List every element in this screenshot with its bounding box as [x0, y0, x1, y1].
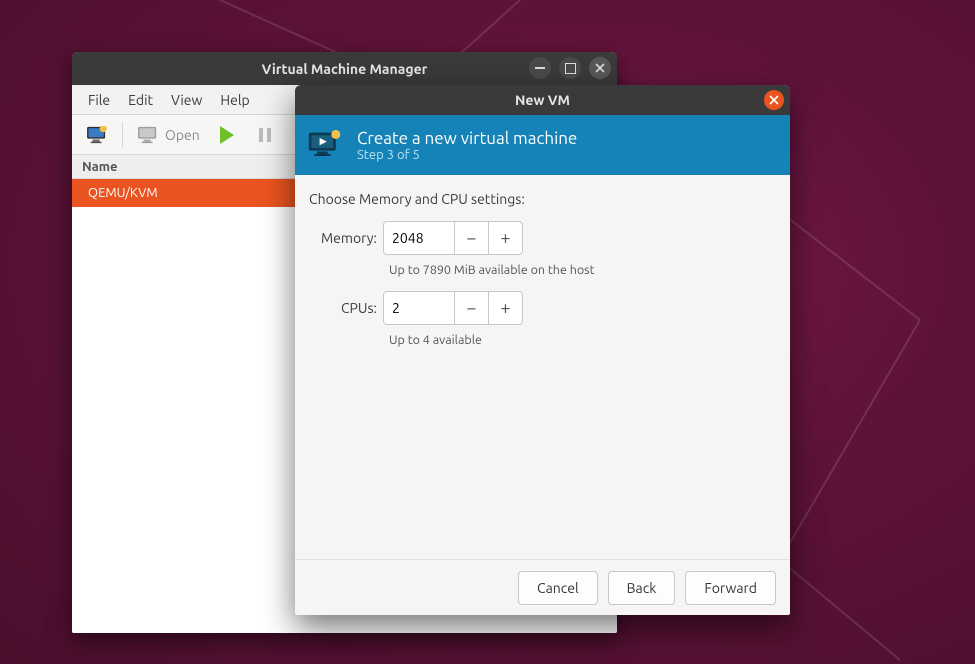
pause-button[interactable]: [248, 120, 282, 150]
column-name: Name: [82, 160, 117, 174]
run-button[interactable]: [210, 120, 244, 150]
pause-icon: [258, 127, 272, 143]
memory-label: Memory:: [309, 230, 383, 246]
dialog-title: New VM: [515, 92, 570, 108]
forward-button[interactable]: Forward: [685, 571, 776, 605]
maximize-button[interactable]: [559, 57, 581, 79]
back-button[interactable]: Back: [608, 571, 676, 605]
window-title: Virtual Machine Manager: [262, 61, 428, 77]
cancel-button[interactable]: Cancel: [518, 571, 598, 605]
dialog-titlebar: New VM: [295, 85, 790, 115]
memory-input[interactable]: [384, 222, 454, 254]
titlebar: Virtual Machine Manager: [72, 52, 617, 85]
section-heading: Choose Memory and CPU settings:: [309, 191, 776, 207]
cpus-row: CPUs: − +: [309, 291, 776, 325]
cpus-helper: Up to 4 available: [389, 333, 776, 347]
monitor-new-icon: [86, 126, 108, 144]
play-icon: [220, 126, 234, 144]
memory-row: Memory: − +: [309, 221, 776, 255]
dialog-banner: Create a new virtual machine Step 3 of 5: [295, 115, 790, 175]
vm-wizard-icon: [307, 129, 343, 161]
banner-text: Create a new virtual machine Step 3 of 5: [357, 129, 577, 162]
close-button[interactable]: [589, 57, 611, 79]
memory-helper: Up to 7890 MiB available on the host: [389, 263, 776, 277]
open-button[interactable]: Open: [131, 120, 206, 150]
menu-edit[interactable]: Edit: [120, 88, 161, 112]
new-vm-dialog: New VM Create a new virtual machine Step…: [295, 85, 790, 615]
menu-help[interactable]: Help: [212, 88, 257, 112]
banner-heading: Create a new virtual machine: [357, 129, 577, 148]
menu-view[interactable]: View: [163, 88, 210, 112]
cpus-spinbox: − +: [383, 291, 523, 325]
memory-decrement-button[interactable]: −: [454, 222, 488, 254]
new-vm-button[interactable]: [80, 120, 114, 150]
cpus-decrement-button[interactable]: −: [454, 292, 488, 324]
menu-file[interactable]: File: [80, 88, 118, 112]
close-icon: [595, 63, 605, 73]
cpus-label: CPUs:: [309, 300, 383, 316]
dialog-footer: Cancel Back Forward: [295, 559, 790, 615]
toolbar-separator: [122, 122, 123, 148]
dialog-body: Choose Memory and CPU settings: Memory: …: [295, 175, 790, 559]
memory-spinbox: − +: [383, 221, 523, 255]
close-icon: [769, 95, 779, 105]
minimize-button[interactable]: [529, 57, 551, 79]
banner-step: Step 3 of 5: [357, 148, 577, 162]
window-controls: [529, 57, 611, 79]
memory-increment-button[interactable]: +: [488, 222, 522, 254]
list-item-label: QEMU/KVM: [88, 186, 158, 200]
cpus-increment-button[interactable]: +: [488, 292, 522, 324]
monitor-icon: [137, 126, 159, 144]
cpus-input[interactable]: [384, 292, 454, 324]
open-label: Open: [165, 127, 200, 143]
dialog-close-button[interactable]: [764, 90, 784, 110]
